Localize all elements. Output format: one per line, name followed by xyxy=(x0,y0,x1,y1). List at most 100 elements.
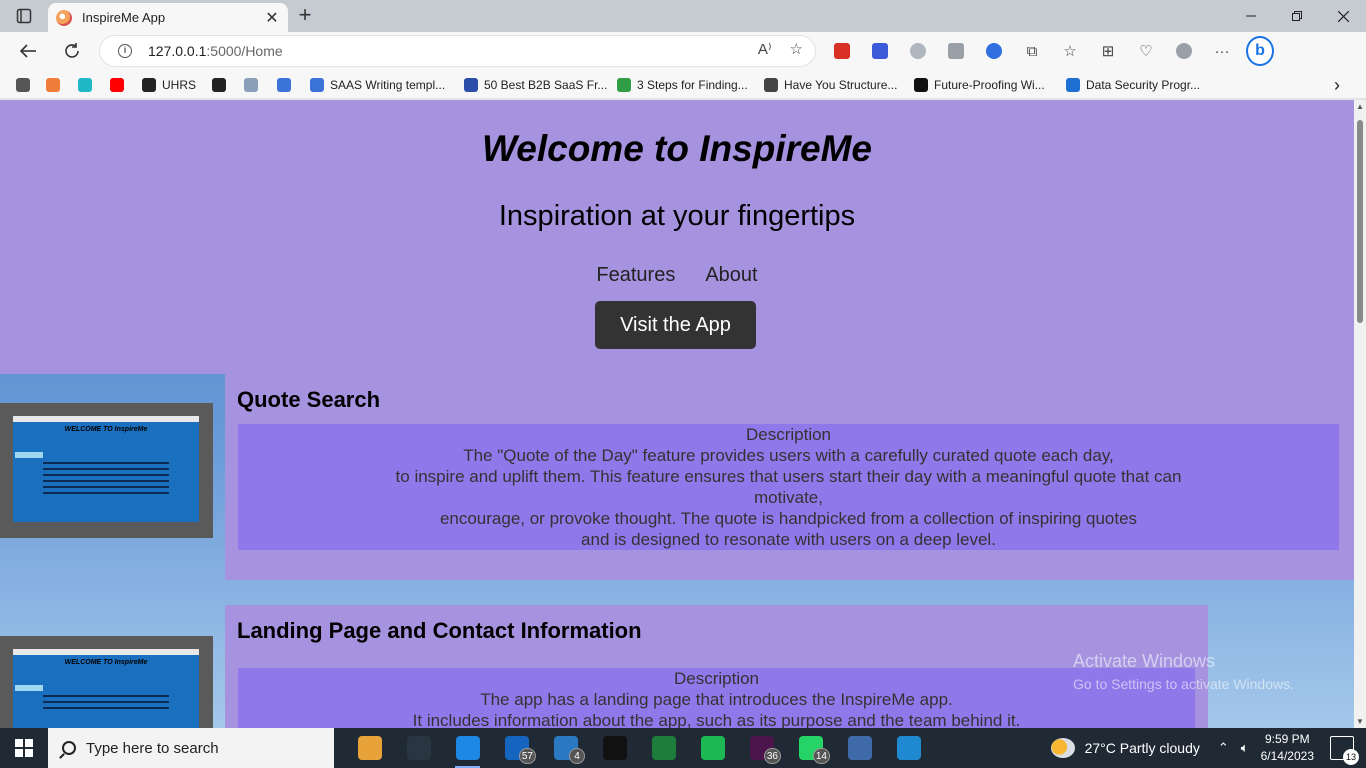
weather-icon[interactable] xyxy=(1050,738,1075,758)
minimize-button[interactable] xyxy=(1228,0,1274,32)
address-bar[interactable]: i 127.0.0.1 :5000/Home A⁾ ☆ xyxy=(100,36,815,66)
close-tab-icon[interactable]: ✕ xyxy=(264,8,280,28)
clock[interactable]: 9:59 PM 6/14/2023 xyxy=(1261,731,1314,765)
ext-blue-dot-button[interactable] xyxy=(980,37,1008,65)
notification-center-button[interactable]: 13 xyxy=(1330,736,1359,765)
copy-extension-icon xyxy=(948,43,964,59)
feature-description: Description The "Quote of the Day" featu… xyxy=(238,424,1339,550)
hero-section: Welcome to InspireMe Inspiration at your… xyxy=(0,100,1354,374)
taskbar-app-button[interactable]: 4 xyxy=(541,728,590,768)
bookmark-item[interactable]: SAAS Writing templ... xyxy=(310,76,445,94)
taskbar-app-button[interactable] xyxy=(590,728,639,768)
nav-link-features[interactable]: Features xyxy=(596,264,675,287)
app-badge: 36 xyxy=(763,748,781,764)
feature-card-landing-page: Landing Page and Contact Information Des… xyxy=(225,605,1208,728)
new-tab-button[interactable]: + xyxy=(292,4,318,28)
bookmark-label: 50 Best B2B SaaS Fr... xyxy=(484,78,608,92)
close-window-button[interactable] xyxy=(1320,0,1366,32)
tab-actions-icon xyxy=(16,8,32,24)
clock-date: 6/14/2023 xyxy=(1260,749,1314,763)
bookmark-item[interactable] xyxy=(46,76,66,94)
bookmark-item[interactable]: 3 Steps for Finding... xyxy=(617,76,748,94)
scroll-thumb[interactable] xyxy=(1357,120,1363,323)
profile-button[interactable] xyxy=(1170,37,1198,65)
search-icon xyxy=(277,78,291,92)
hero-subtitle: Inspiration at your fingertips xyxy=(498,200,856,232)
taskbar-app-button[interactable]: 36 xyxy=(737,728,786,768)
thumb-title: WELCOME TO InspireMe xyxy=(64,659,148,666)
feature-title: Quote Search xyxy=(237,387,381,412)
tab-actions-button[interactable] xyxy=(0,0,48,32)
red-arrow-extension-icon xyxy=(834,43,850,59)
bookmark-item[interactable] xyxy=(277,76,297,94)
spark-icon xyxy=(914,78,928,92)
avatar xyxy=(1176,43,1192,59)
grid-app-icon xyxy=(651,736,676,760)
taskbar-app-button[interactable] xyxy=(884,728,933,768)
bookmark-label: Future-Proofing Wi... xyxy=(934,78,1045,92)
description-heading: Description xyxy=(745,425,832,444)
scroll-up-icon[interactable]: ▲ xyxy=(1356,102,1364,111)
bookmark-item[interactable]: UHRS xyxy=(142,76,196,94)
edge-icon xyxy=(455,736,480,760)
back-button[interactable] xyxy=(13,37,43,65)
restore-button[interactable] xyxy=(1274,0,1320,32)
nav-link-about[interactable]: About xyxy=(705,264,757,287)
settings-more-button[interactable]: ··· xyxy=(1208,37,1236,65)
bookmark-item[interactable] xyxy=(212,76,232,94)
ext-grammarly-button[interactable] xyxy=(904,37,932,65)
bookmark-item[interactable] xyxy=(244,76,264,94)
bookmark-item[interactable]: Future-Proofing Wi... xyxy=(914,76,1045,94)
volume-icon[interactable]: 🔈︎ xyxy=(1241,740,1249,756)
taskbar-app-button[interactable] xyxy=(394,728,443,768)
scroll-down-icon[interactable]: ▼ xyxy=(1356,717,1364,726)
favorites-icon: ☆ xyxy=(1063,43,1077,60)
bookmark-item[interactable]: Data Security Progr... xyxy=(1066,76,1200,94)
bookmark-item[interactable] xyxy=(16,76,36,94)
taskbar-search[interactable]: Type here to search xyxy=(48,728,334,768)
taskbar-app-button[interactable]: 57 xyxy=(492,728,541,768)
browser-tab[interactable]: InspireMe App ✕ xyxy=(48,3,288,32)
windows-taskbar: Type here to search 57 4 36 14 27°C Partly … xyxy=(0,728,1366,768)
start-button[interactable] xyxy=(0,728,48,768)
taskbar-app-button[interactable] xyxy=(639,728,688,768)
ext-red-arrow-button[interactable] xyxy=(828,37,856,65)
taskbar-app-button[interactable] xyxy=(688,728,737,768)
weather-text[interactable]: 27°C Partly cloudy xyxy=(1085,740,1200,756)
feature-screenshot: WELCOME TO InspireMe xyxy=(0,636,213,728)
read-aloud-icon[interactable]: A⁾ xyxy=(758,40,772,58)
favorites-button[interactable]: ☆ xyxy=(1056,37,1084,65)
refresh-button[interactable] xyxy=(57,37,87,65)
taskbar-app-button[interactable]: 14 xyxy=(786,728,835,768)
extensions-button[interactable]: ⧉ xyxy=(1018,37,1046,65)
secb-icon xyxy=(764,78,778,92)
ext-bird-button[interactable] xyxy=(866,37,894,65)
ext-copy-button[interactable] xyxy=(942,37,970,65)
cloud-icon xyxy=(244,78,258,92)
collections-button[interactable]: ⊞ xyxy=(1094,37,1122,65)
refresh-icon xyxy=(65,43,79,58)
bookmark-label: 3 Steps for Finding... xyxy=(637,78,748,92)
favorite-star-icon[interactable]: ☆ xyxy=(790,40,803,58)
taskbar-app-button[interactable] xyxy=(835,728,884,768)
taskbar-app-button[interactable] xyxy=(443,728,492,768)
bing-chat-button[interactable]: b xyxy=(1246,36,1274,66)
watermark-title: Activate Windows xyxy=(1073,651,1216,671)
bookmark-item[interactable]: 50 Best B2B SaaS Fr... xyxy=(464,76,607,94)
blue-dot-extension-icon xyxy=(986,43,1002,59)
app-badge: 57 xyxy=(518,748,536,764)
description-line: to inspire and uplift them. This feature… xyxy=(395,467,1182,486)
leaf-icon xyxy=(617,78,631,92)
bookmark-item[interactable] xyxy=(78,76,98,94)
site-info-icon[interactable]: i xyxy=(118,44,132,58)
tab-strip: InspireMe App ✕ + xyxy=(0,0,1366,32)
visit-app-button[interactable]: Visit the App xyxy=(595,301,756,349)
bookmarks-overflow-chevron-icon[interactable]: › xyxy=(1334,75,1340,95)
chevron-up-icon[interactable]: ⌃ xyxy=(1218,740,1229,756)
taskbar-app-button[interactable] xyxy=(345,728,394,768)
bookmark-label: UHRS xyxy=(162,78,197,92)
page-scrollbar[interactable]: ▲ ▼ xyxy=(1354,100,1366,728)
browser-essentials-button[interactable]: ♡ xyxy=(1132,37,1160,65)
bookmark-item[interactable]: Have You Structure... xyxy=(764,76,897,94)
bookmark-item[interactable] xyxy=(110,76,130,94)
